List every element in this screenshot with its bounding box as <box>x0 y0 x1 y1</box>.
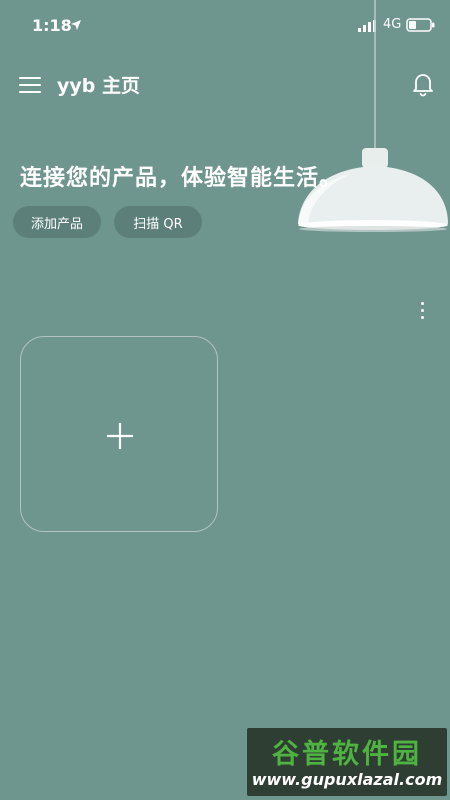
pendant-lamp-illustration <box>298 0 448 232</box>
watermark-url: www.gupuxlazal.com <box>251 770 443 789</box>
add-device-card[interactable] <box>20 336 218 532</box>
watermark-logo: 谷普软件园 www.gupuxlazal.com <box>247 728 447 796</box>
add-product-button[interactable]: 添加产品 <box>13 206 101 238</box>
menu-icon[interactable] <box>19 74 43 94</box>
page-title: yyb 主页 <box>57 75 140 97</box>
status-time: 1:18 <box>32 16 72 35</box>
headline: 连接您的产品，体验智能生活。 <box>20 166 343 191</box>
more-vertical-icon[interactable] <box>414 300 432 320</box>
scan-qr-button[interactable]: 扫描 QR <box>114 206 202 238</box>
watermark-name: 谷普软件园 <box>272 739 422 770</box>
location-arrow-icon <box>71 20 81 30</box>
plus-icon <box>107 423 133 449</box>
